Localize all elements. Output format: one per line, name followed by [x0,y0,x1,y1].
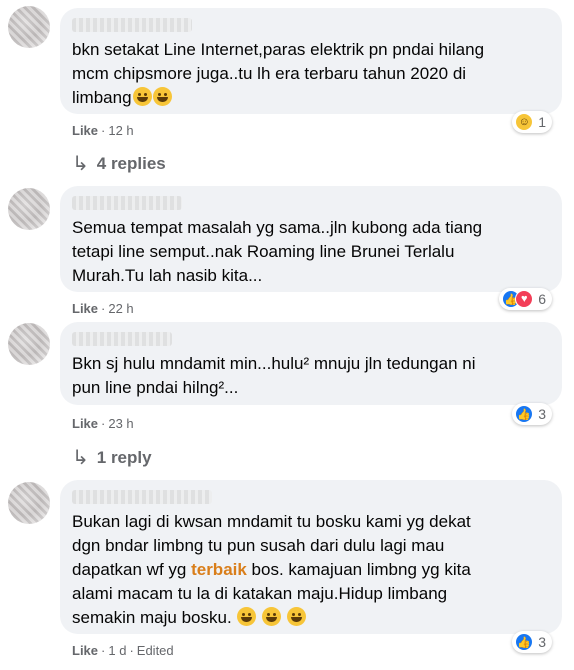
author-name-blurred[interactable] [72,490,212,504]
avatar[interactable] [8,482,50,524]
grinning-emoji [237,607,257,626]
comment-meta: Like · 1 d · Edited [72,643,174,658]
reply-arrow-icon: ↳ [72,447,89,469]
author-name-blurred[interactable] [72,18,192,32]
reaction-summary[interactable]: 👍 3 [512,631,552,653]
comment-bubble: Bkn sj hulu mndamit min...hulu² mnuju jl… [60,322,562,405]
comment-bubble: Semua tempat masalah yg sama..jln kubong… [60,186,562,292]
reaction-summary[interactable]: ☺ 1 [512,111,552,133]
like-button[interactable]: Like [72,301,98,316]
comment-meta: Like · 12 h [72,123,134,138]
author-name-blurred[interactable] [72,332,172,346]
reaction-summary[interactable]: 👍 3 [512,403,552,425]
comment-bubble: bkn setakat Line Internet,paras elektrik… [60,8,562,114]
avatar[interactable] [8,6,50,48]
edited-label: Edited [136,643,174,658]
grinning-emoji [132,87,152,106]
love-reaction-icon: ♥ [515,290,534,308]
avatar[interactable] [8,188,50,230]
reaction-count: 1 [538,114,546,130]
like-button[interactable]: Like [72,416,98,431]
timestamp[interactable]: 23 h [108,416,133,431]
author-name-blurred[interactable] [72,196,182,210]
timestamp[interactable]: 12 h [108,123,133,138]
comment-meta: Like · 22 h [72,301,134,316]
like-reaction-icon: 👍 [515,633,534,651]
timestamp[interactable]: 22 h [108,301,133,316]
grinning-emoji [152,87,172,106]
grinning-emoji [262,607,282,626]
replies-label: 1 reply [96,447,152,467]
highlighted-word: terbaik [191,560,247,579]
like-button[interactable]: Like [72,643,98,658]
reaction-count: 3 [538,406,546,422]
comment-text: bkn setakat Line Internet,paras elektrik… [72,40,485,107]
like-reaction-icon: 👍 [515,405,534,423]
avatar[interactable] [8,323,50,365]
grinning-emoji [286,607,306,626]
comment-text: Bkn sj hulu mndamit min...hulu² mnuju jl… [72,354,476,397]
like-button[interactable]: Like [72,123,98,138]
comment-text: Bukan lagi di kwsan mndamit tu bosku kam… [72,512,471,627]
haha-reaction-icon: ☺ [515,113,534,131]
reaction-summary[interactable]: 👍 ♥ 6 [499,288,552,310]
reaction-count: 3 [538,634,546,650]
reaction-count: 6 [538,291,546,307]
view-replies-button[interactable]: ↳ 4 replies [72,151,166,176]
reply-arrow-icon: ↳ [72,153,89,175]
comment-meta: Like · 23 h [72,416,134,431]
timestamp[interactable]: 1 d [108,643,126,658]
comment-bubble: Bukan lagi di kwsan mndamit tu bosku kam… [60,480,562,634]
replies-label: 4 replies [96,153,166,173]
view-replies-button[interactable]: ↳ 1 reply [72,445,152,470]
comment-text: Semua tempat masalah yg sama..jln kubong… [72,218,483,285]
